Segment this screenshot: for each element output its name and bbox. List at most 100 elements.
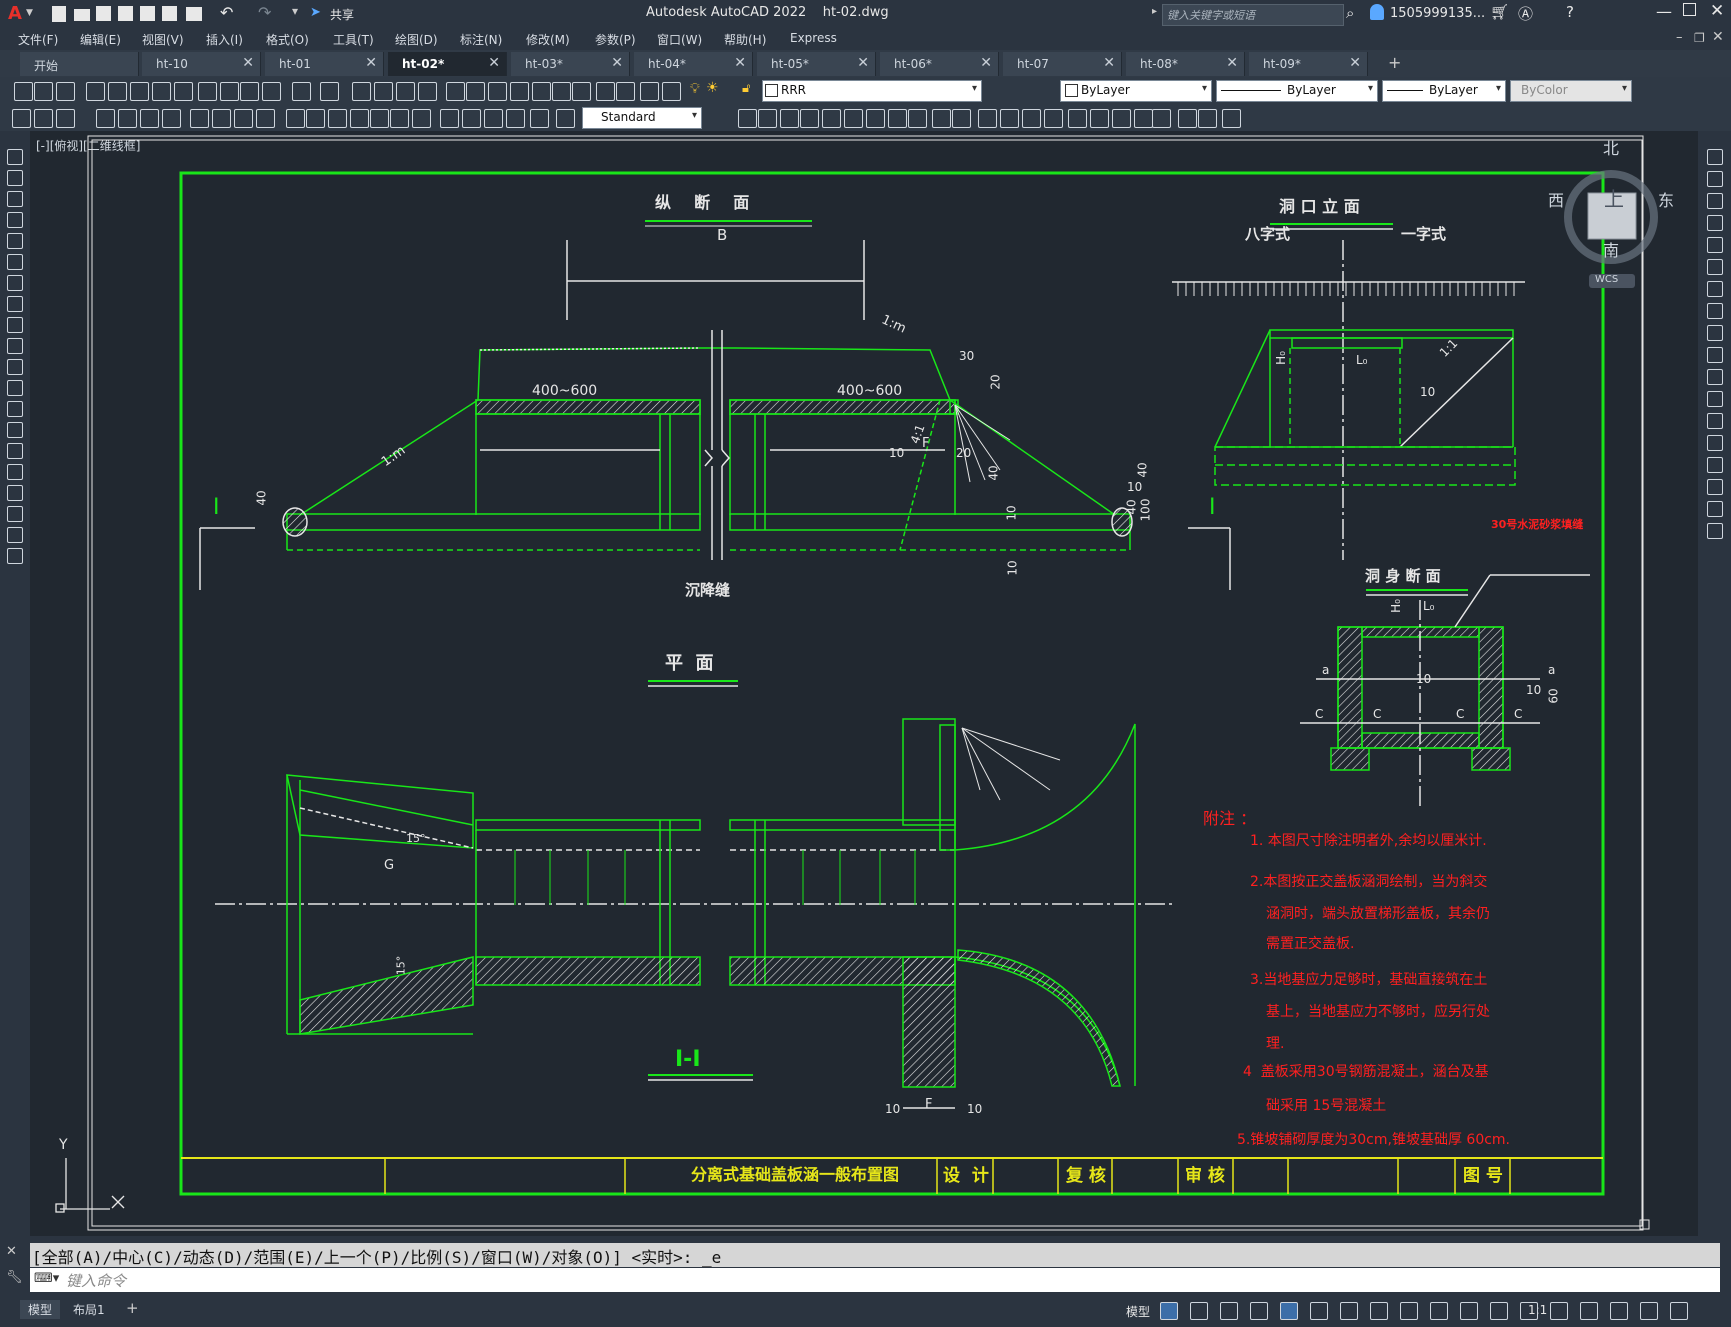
dim-space-icon[interactable] xyxy=(286,109,305,128)
dim-edit-icon[interactable] xyxy=(412,109,431,128)
maximize-icon[interactable] xyxy=(1683,3,1696,16)
move-icon[interactable] xyxy=(844,109,863,128)
menu-file[interactable]: 文件(F) xyxy=(18,31,58,48)
new-tab-plus-icon[interactable]: + xyxy=(1388,53,1401,72)
zoom-previous-icon[interactable] xyxy=(418,82,437,101)
menu-format[interactable]: 格式(O) xyxy=(266,31,309,48)
tab-ht-09[interactable]: ht-09* ✕ xyxy=(1249,52,1368,76)
tab-ht-05[interactable]: ht-05* ✕ xyxy=(757,52,876,76)
chevron-down-icon[interactable]: ▾ xyxy=(1496,83,1501,94)
hardware-accel-icon[interactable] xyxy=(1610,1302,1628,1320)
calculator-icon[interactable] xyxy=(552,82,571,101)
bring-front-icon[interactable] xyxy=(1112,109,1131,128)
menu-modify[interactable]: 修改(M) xyxy=(526,31,570,48)
explode-icon[interactable] xyxy=(1707,523,1723,539)
dim-continue-icon[interactable] xyxy=(256,109,275,128)
zoom-realtime-icon[interactable] xyxy=(374,82,393,101)
erase-icon[interactable] xyxy=(1707,149,1723,165)
chevron-down-icon[interactable]: ▾ xyxy=(972,83,977,94)
stretch-icon[interactable] xyxy=(908,109,927,128)
block-icon[interactable] xyxy=(262,82,281,101)
join-icon[interactable] xyxy=(1000,109,1019,128)
tab-ht-01[interactable]: ht-01 ✕ xyxy=(265,52,384,76)
markup-icon[interactable] xyxy=(532,82,551,101)
dim-diameter-icon[interactable] xyxy=(162,109,181,128)
properties-icon[interactable] xyxy=(446,82,465,101)
linetype-combo[interactable]: ByLayer ▾ xyxy=(1216,80,1378,102)
hatch-icon[interactable] xyxy=(7,443,23,459)
mirror-icon[interactable] xyxy=(780,109,799,128)
polyline-icon[interactable] xyxy=(7,191,23,207)
dim-arc-icon[interactable] xyxy=(56,109,75,128)
search-icon[interactable]: ⌕ xyxy=(1346,4,1354,22)
layer-freeze-icon[interactable] xyxy=(640,82,659,101)
copy-icon[interactable] xyxy=(198,82,217,101)
revision-cloud-icon[interactable] xyxy=(7,296,23,312)
grid-icon[interactable] xyxy=(1160,1302,1178,1320)
dim-aligned-icon[interactable] xyxy=(34,109,53,128)
user-icon[interactable] xyxy=(1370,4,1384,20)
layer-bulb-icon[interactable]: 💡︎ xyxy=(690,81,700,97)
dim-baseline-icon[interactable] xyxy=(234,109,253,128)
send-back-icon[interactable] xyxy=(1134,109,1153,128)
close-icon[interactable]: ✕ xyxy=(242,55,254,71)
zoom-window-icon[interactable] xyxy=(396,82,415,101)
paste-icon[interactable] xyxy=(220,82,239,101)
layer-combo[interactable]: RRR ▾ xyxy=(762,80,982,102)
tab-ht-02[interactable]: ht-02* ✕ xyxy=(388,52,507,76)
move-icon[interactable] xyxy=(1707,259,1723,275)
annotation-monitor-icon[interactable] xyxy=(1460,1302,1478,1320)
wcs-menu[interactable]: WCS xyxy=(1589,274,1635,288)
menu-tools[interactable]: 工具(T) xyxy=(333,31,374,48)
user-name[interactable]: 1505999135... xyxy=(1390,6,1485,21)
undo-icon[interactable] xyxy=(292,82,311,101)
menu-express[interactable]: Express xyxy=(790,31,837,45)
menu-insert[interactable]: 插入(I) xyxy=(206,31,243,48)
array-icon[interactable] xyxy=(822,109,841,128)
match-props-icon[interactable] xyxy=(240,82,259,101)
viewcube-east[interactable]: 东 xyxy=(1658,187,1674,211)
offset-icon[interactable] xyxy=(800,109,819,128)
save-as-icon[interactable] xyxy=(118,6,133,21)
isodraft-icon[interactable] xyxy=(1280,1302,1298,1320)
save-icon[interactable] xyxy=(96,6,111,21)
table-icon[interactable] xyxy=(7,506,23,522)
new-icon[interactable] xyxy=(52,6,66,22)
open-icon[interactable] xyxy=(74,9,90,21)
app-menu-arrow-icon[interactable]: ▼ xyxy=(26,8,33,18)
autodesk-app-icon[interactable]: Ⓐ xyxy=(1518,3,1533,24)
sheet-icon[interactable] xyxy=(162,6,177,21)
close-icon[interactable]: ✕ xyxy=(365,55,377,71)
design-center-icon[interactable] xyxy=(466,82,485,101)
viewcube-top[interactable]: 上 xyxy=(1604,183,1624,212)
spline-icon[interactable] xyxy=(7,317,23,333)
object-snap-tracking-icon[interactable] xyxy=(1310,1302,1328,1320)
break-icon[interactable] xyxy=(978,109,997,128)
dim-quick-icon[interactable] xyxy=(212,109,231,128)
tab-ht-10[interactable]: ht-10 ✕ xyxy=(142,52,261,76)
array-icon[interactable] xyxy=(1707,237,1723,253)
menu-window[interactable]: 窗口(W) xyxy=(657,31,702,48)
dim-linear-icon[interactable] xyxy=(12,109,31,128)
chamfer-icon[interactable] xyxy=(1022,109,1041,128)
cart-icon[interactable]: 🛒︎ xyxy=(1490,3,1509,21)
draw-order-icon[interactable] xyxy=(1090,109,1109,128)
customize-arrow-icon[interactable]: ▾ xyxy=(292,4,298,18)
stretch-icon[interactable] xyxy=(1707,325,1723,341)
blend-curves-icon[interactable] xyxy=(1707,501,1723,517)
offset-icon[interactable] xyxy=(1707,215,1723,231)
layer-lock-icon[interactable] xyxy=(662,82,681,101)
dim-style-icon[interactable] xyxy=(484,109,503,128)
tab-ht-06[interactable]: ht-06* ✕ xyxy=(880,52,999,76)
doc-close-icon[interactable]: ✕ xyxy=(1712,29,1724,45)
dim-ordinate-icon[interactable] xyxy=(96,109,115,128)
scale-icon[interactable] xyxy=(1707,303,1723,319)
close-icon[interactable]: ✕ xyxy=(611,55,623,71)
circle-icon[interactable] xyxy=(7,275,23,291)
dim-break-icon[interactable] xyxy=(306,109,325,128)
chevron-down-icon[interactable]: ▾ xyxy=(1622,83,1627,94)
plot-icon[interactable] xyxy=(86,82,105,101)
doc-minimize-icon[interactable]: – xyxy=(1676,30,1683,45)
customize-icon[interactable] xyxy=(1670,1302,1688,1320)
close-icon[interactable]: ✕ xyxy=(980,55,992,71)
